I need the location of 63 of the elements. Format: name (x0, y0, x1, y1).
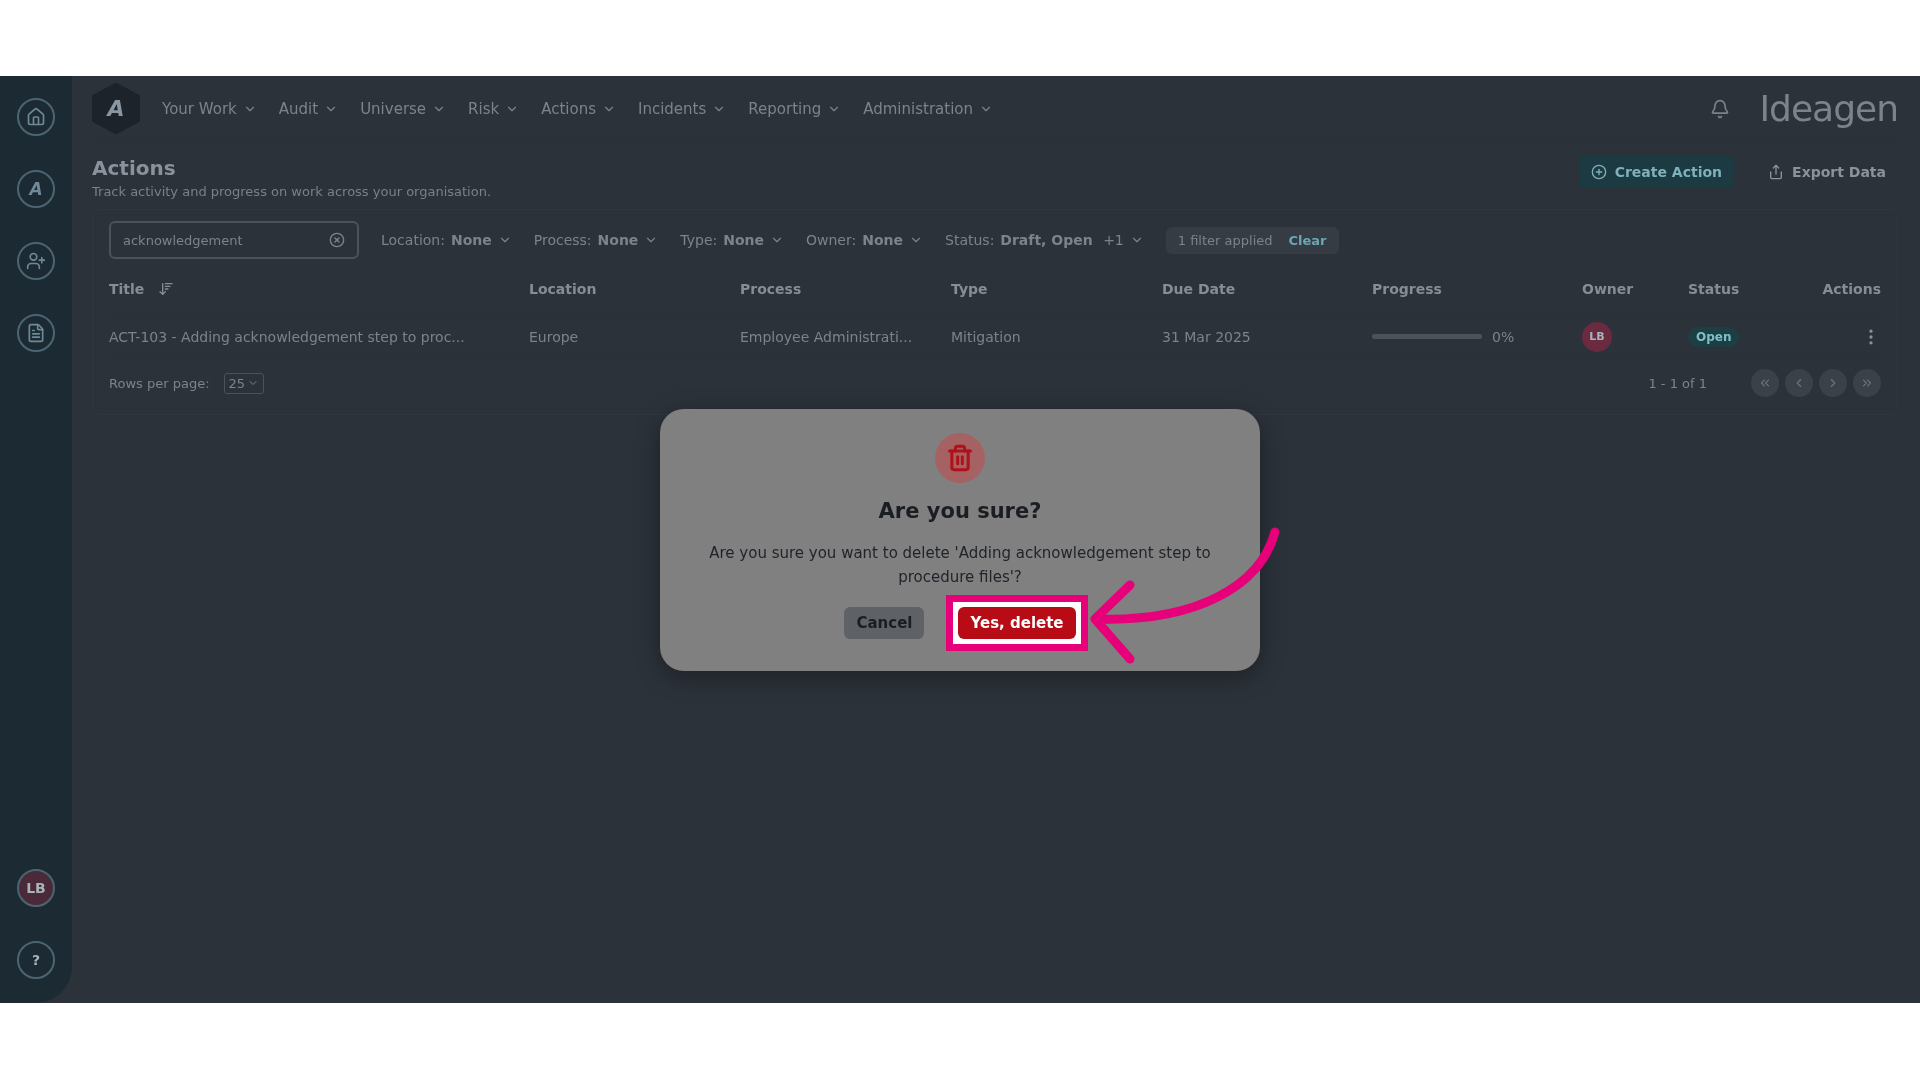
status-badge: Open (1688, 326, 1740, 347)
user-avatar[interactable]: LB (17, 869, 55, 907)
column-title: Title (109, 280, 145, 297)
app-logo[interactable]: A (92, 82, 140, 135)
cancel-button[interactable]: Cancel (844, 606, 925, 639)
clear-search-icon[interactable] (329, 232, 345, 248)
dialog-message: Are you sure you want to delete 'Adding acknowledgement step to procedure files'? (708, 542, 1212, 588)
nav-menu-item[interactable]: Risk (468, 99, 520, 118)
page-subtitle: Track activity and progress on work across your organisation. (92, 184, 492, 199)
nav-menu-item[interactable]: Actions (541, 99, 616, 118)
column-header: Status (1688, 280, 1741, 297)
owner-avatar: LB (1582, 321, 1612, 352)
brand-logo: Ideagen (1759, 88, 1898, 129)
page-title: Actions (92, 156, 177, 180)
column-header: Type (951, 280, 989, 297)
rows-per-page-select[interactable]: 25 (223, 372, 265, 394)
nav-menu-item[interactable]: Audit (278, 99, 339, 118)
filter-dropdown[interactable]: Type: None (680, 232, 785, 248)
rows-per-page-label: Rows per page: (109, 375, 210, 391)
share-icon (1768, 164, 1785, 180)
help-button[interactable]: ? (17, 941, 55, 979)
nav-menu-item[interactable]: Your Work (162, 99, 257, 118)
column-header[interactable]: Title (109, 280, 529, 297)
column-header: Process (740, 280, 803, 297)
table-cell-text: Employee Administrati... (740, 328, 914, 345)
first-page-button[interactable] (1751, 369, 1779, 397)
filter-dropdown[interactable]: Location: None (381, 232, 512, 248)
nav-menu-item[interactable]: Universe (360, 99, 447, 118)
column-header: Actions (1821, 280, 1881, 297)
bell-icon[interactable] (1709, 98, 1730, 119)
search-field[interactable]: acknowledgement (109, 221, 359, 259)
double-chevron-right-icon (1860, 376, 1874, 390)
column-header: Location (529, 280, 598, 297)
document-icon[interactable] (17, 314, 55, 352)
filter-dropdown[interactable]: Process: None (533, 232, 659, 248)
table-cell-text: Mitigation (951, 328, 1022, 345)
home-icon[interactable] (17, 98, 55, 136)
clear-link[interactable]: Clear (1288, 232, 1327, 248)
last-page-button[interactable] (1853, 369, 1881, 397)
table-cell-text: 31 Mar 2025 (1162, 328, 1252, 345)
nav-menu-item[interactable]: Administration (863, 99, 993, 118)
column-header: Progress (1372, 280, 1443, 297)
table-cell-text: Europe (529, 328, 580, 345)
export-button[interactable]: Export Data (1756, 156, 1898, 188)
filter-dropdown[interactable]: Status: Draft, Open +1 (945, 232, 1144, 248)
trash-icon (935, 432, 985, 483)
page-range: 1 - 1 of 1 (1648, 375, 1707, 391)
dialog-title: Are you sure? (878, 498, 1042, 523)
filter-dropdown[interactable]: Owner: None (806, 232, 923, 248)
app-logo[interactable]: A (17, 170, 55, 208)
people-icon[interactable] (17, 242, 55, 280)
progress-value: 0% (1492, 328, 1515, 345)
double-chevron-left-icon (1758, 376, 1772, 390)
column-header: Due Date (1162, 280, 1237, 297)
column-header: Owner (1582, 280, 1635, 297)
nav-menu-item[interactable]: Incidents (638, 99, 727, 118)
filter-count: 1 filter applied (1177, 232, 1273, 248)
create-button[interactable]: Create Action (1578, 156, 1735, 188)
delete-button[interactable]: Yes, delete (958, 606, 1076, 639)
table-cell-text: ACT-103 - Adding acknowledgement step to proc... (109, 328, 466, 345)
nav-menu-item[interactable]: Reporting (748, 99, 842, 118)
sort-icon[interactable] (158, 280, 175, 297)
plus-circle-icon (1590, 164, 1607, 180)
